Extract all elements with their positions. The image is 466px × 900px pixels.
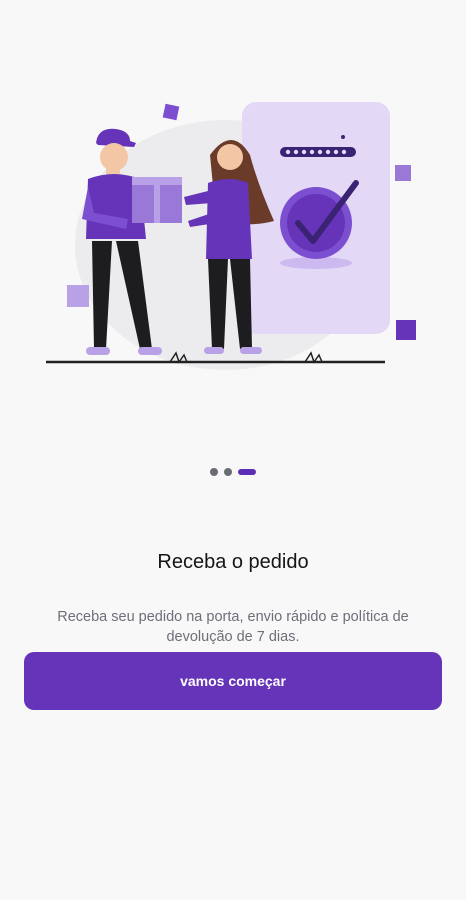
page-dot[interactable] <box>210 468 218 476</box>
page-indicator <box>0 468 466 476</box>
deco-square <box>162 103 180 121</box>
onboarding-title: Receba o pedido <box>157 551 309 574</box>
onboarding-description: Receba seu pedido na porta, envio rápido… <box>57 608 409 645</box>
deco-square <box>396 320 416 340</box>
page-dot-active[interactable] <box>238 469 256 475</box>
delivery-illustration <box>46 102 416 370</box>
deco-square <box>67 285 89 307</box>
package <box>132 177 182 223</box>
start-button[interactable]: vamos começar <box>24 652 442 710</box>
page-dot[interactable] <box>224 468 232 476</box>
deco-square <box>395 165 411 181</box>
